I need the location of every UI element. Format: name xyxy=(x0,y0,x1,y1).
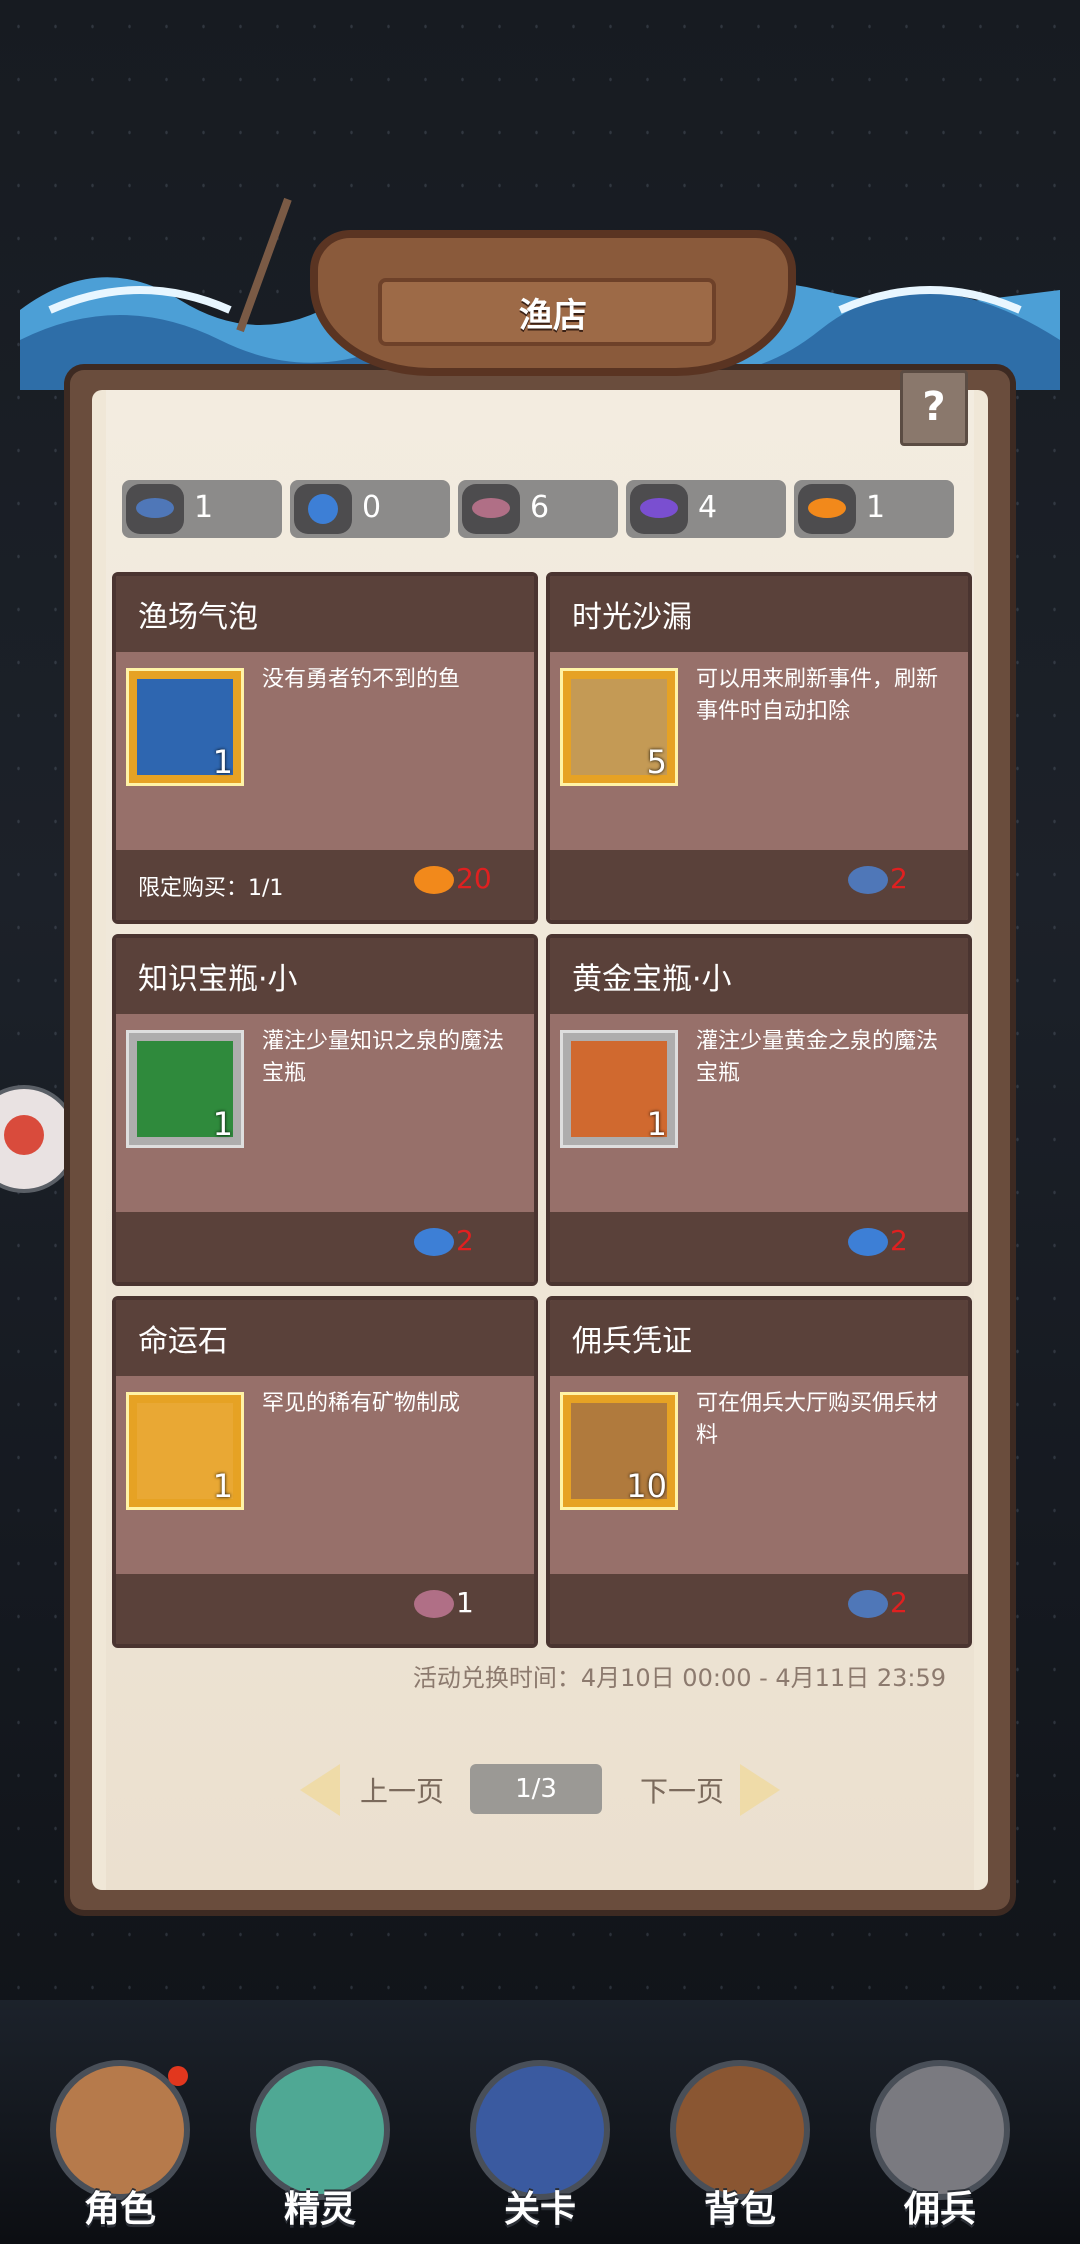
event-time: 活动兑换时间：4月10日 00:00 - 4月11日 23:59 xyxy=(412,1664,946,1692)
shop-item-card[interactable]: 时光沙漏 5 可以用来刷新事件，刷新事件时自动扣除 2 xyxy=(546,572,972,924)
price-button[interactable]: 2 xyxy=(788,862,968,906)
item-slot: 1 xyxy=(126,668,244,786)
shop-item-card[interactable]: 命运石 1 罕见的稀有矿物制成 1 xyxy=(112,1296,538,1648)
price-value: 20 xyxy=(456,862,492,895)
pufferfish-icon xyxy=(294,484,352,534)
price-button[interactable]: 1 xyxy=(354,1586,534,1630)
item-slot: 1 xyxy=(560,1030,678,1148)
currency-value: 0 xyxy=(362,490,382,525)
price-button[interactable]: 2 xyxy=(788,1586,968,1630)
pufferfish-icon xyxy=(848,1228,888,1256)
currency-value: 1 xyxy=(194,490,214,525)
purchase-limit: 限定购买：1/1 xyxy=(138,876,284,901)
currency-goldfish: 1 xyxy=(794,480,954,538)
stage-icon xyxy=(470,2060,610,2200)
next-page-button[interactable]: 下一页 xyxy=(640,1770,724,1810)
currency-shark: 4 xyxy=(626,480,786,538)
item-quantity: 1 xyxy=(212,743,233,781)
piranha-icon xyxy=(414,1590,454,1618)
spirit-icon xyxy=(250,2060,390,2200)
price-button[interactable]: 20 xyxy=(354,862,534,906)
item-quantity: 1 xyxy=(212,1105,233,1143)
price-value: 2 xyxy=(890,1224,908,1257)
shop-item-card[interactable]: 黄金宝瓶·小 1 灌注少量黄金之泉的魔法宝瓶 2 xyxy=(546,934,972,1286)
item-description: 可在佣兵大厅购买佣兵材料 xyxy=(696,1391,939,1448)
price-value: 1 xyxy=(456,1586,474,1619)
page-indicator: 1/3 xyxy=(470,1764,602,1814)
shop-title: 渔店 xyxy=(519,296,587,336)
tuna-icon xyxy=(126,484,184,534)
nav-bag[interactable]: 背包 xyxy=(660,2040,820,2230)
item-description: 灌注少量知识之泉的魔法宝瓶 xyxy=(262,1029,505,1086)
item-title: 黄金宝瓶·小 xyxy=(572,962,732,997)
item-title: 渔场气泡 xyxy=(138,600,258,635)
currency-piranha: 6 xyxy=(458,480,618,538)
item-title: 时光沙漏 xyxy=(572,600,692,635)
item-quantity: 10 xyxy=(626,1467,667,1505)
item-slot: 1 xyxy=(126,1392,244,1510)
nav-label: 关卡 xyxy=(503,2189,576,2230)
item-title: 知识宝瓶·小 xyxy=(138,962,298,997)
nav-label: 角色 xyxy=(83,2189,156,2230)
nav-label: 佣兵 xyxy=(903,2189,976,2230)
shop-item-card[interactable]: 知识宝瓶·小 1 灌注少量知识之泉的魔法宝瓶 2 xyxy=(112,934,538,1286)
item-description: 罕见的稀有矿物制成 xyxy=(262,1391,461,1416)
item-quantity: 1 xyxy=(212,1467,233,1505)
nav-character[interactable]: 角色 xyxy=(40,2040,200,2230)
nav-stage[interactable]: 关卡 xyxy=(460,2040,620,2230)
price-value: 2 xyxy=(456,1224,474,1257)
shop-item-card[interactable]: 渔场气泡 1 没有勇者钓不到的鱼 限定购买：1/1 20 xyxy=(112,572,538,924)
nav-spirit[interactable]: 精灵 xyxy=(240,2040,400,2230)
piranha-icon xyxy=(462,484,520,534)
item-quantity: 1 xyxy=(646,1105,667,1143)
price-button[interactable]: 2 xyxy=(354,1224,534,1268)
currency-tuna: 1 xyxy=(122,480,282,538)
item-title: 命运石 xyxy=(138,1324,228,1359)
nav-label: 精灵 xyxy=(283,2189,356,2230)
item-quantity: 5 xyxy=(646,743,667,781)
price-value: 2 xyxy=(890,1586,908,1619)
prev-page-button[interactable]: 上一页 xyxy=(360,1770,444,1810)
item-title: 佣兵凭证 xyxy=(572,1324,692,1359)
help-button[interactable]: ? xyxy=(900,370,968,446)
item-slot: 1 xyxy=(126,1030,244,1148)
nav-label: 背包 xyxy=(703,2189,776,2230)
arrow-left-icon[interactable] xyxy=(300,1764,340,1816)
arrow-right-icon[interactable] xyxy=(740,1764,780,1816)
shark-icon xyxy=(630,484,688,534)
currency-value: 6 xyxy=(530,490,550,525)
notification-dot xyxy=(168,2066,188,2086)
nav-mercenary[interactable]: 佣兵 xyxy=(860,2040,1020,2230)
shop-title-banner: 渔店 xyxy=(310,230,796,376)
currency-value: 4 xyxy=(698,490,718,525)
goldfish-icon xyxy=(798,484,856,534)
item-slot: 5 xyxy=(560,668,678,786)
currency-value: 1 xyxy=(866,490,886,525)
tuna-icon xyxy=(848,866,888,894)
item-description: 没有勇者钓不到的鱼 xyxy=(262,667,461,692)
pagination: 上一页 1/3 下一页 xyxy=(300,1760,780,1820)
currency-pufferfish: 0 xyxy=(290,480,450,538)
item-description: 灌注少量黄金之泉的魔法宝瓶 xyxy=(696,1029,939,1086)
backpack-icon xyxy=(670,2060,810,2200)
item-slot: 10 xyxy=(560,1392,678,1510)
goldfish-icon xyxy=(414,866,454,894)
bottom-nav: 角色 精灵 关卡 背包 佣兵 xyxy=(0,2000,1080,2244)
helmet-icon xyxy=(870,2060,1010,2200)
tuna-icon xyxy=(848,1590,888,1618)
price-button[interactable]: 2 xyxy=(788,1224,968,1268)
item-description: 可以用来刷新事件，刷新事件时自动扣除 xyxy=(696,667,939,724)
shop-item-card[interactable]: 佣兵凭证 10 可在佣兵大厅购买佣兵材料 2 xyxy=(546,1296,972,1648)
price-value: 2 xyxy=(890,862,908,895)
pufferfish-icon xyxy=(414,1228,454,1256)
